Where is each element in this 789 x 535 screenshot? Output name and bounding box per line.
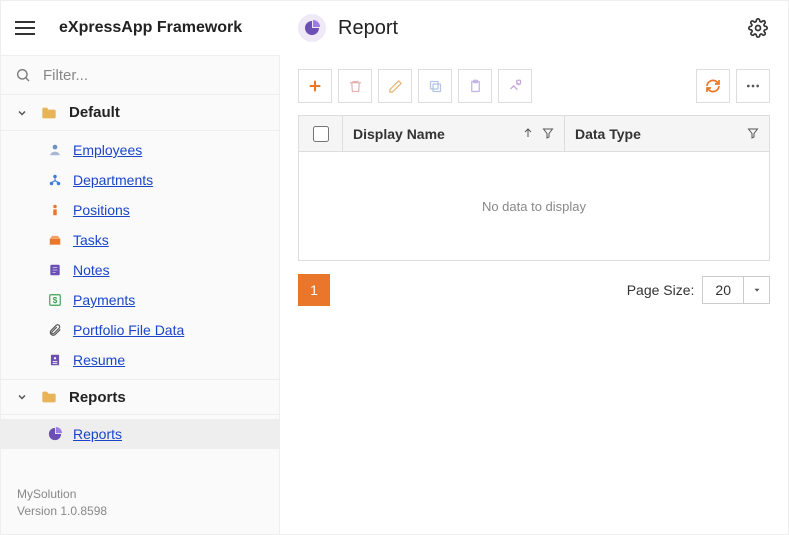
filter-icon[interactable]	[747, 126, 759, 142]
solution-name: MySolution	[17, 486, 263, 503]
page-size-select[interactable]: 20	[702, 276, 770, 304]
sidebar-item-label: Tasks	[73, 232, 109, 248]
toolbar	[298, 69, 770, 103]
sidebar-item-portfolio[interactable]: Portfolio File Data	[1, 315, 279, 345]
sidebar-item-label: Notes	[73, 262, 110, 278]
format-button[interactable]	[498, 69, 532, 103]
sidebar-item-positions[interactable]: Positions	[1, 195, 279, 225]
top-bar-right: Report	[280, 14, 788, 42]
sidebar-group-reports-items: Reports	[1, 415, 279, 453]
sidebar-group-reports[interactable]: Reports	[1, 379, 279, 415]
sidebar-filter-row	[1, 55, 279, 95]
caret-down-icon	[743, 277, 769, 303]
copy-button[interactable]	[418, 69, 452, 103]
payments-icon: $	[47, 292, 63, 308]
page-title: Report	[338, 17, 398, 40]
hamburger-menu-button[interactable]	[15, 15, 41, 41]
notes-icon	[47, 262, 63, 278]
sidebar-item-tasks[interactable]: Tasks	[1, 225, 279, 255]
resume-icon	[47, 352, 63, 368]
page-size-value: 20	[703, 282, 743, 298]
tasks-icon	[47, 232, 63, 248]
sidebar-item-label: Departments	[73, 172, 153, 188]
data-grid: Display Name Data Type No data to displa…	[298, 115, 770, 261]
top-bar-left: eXpressApp Framework	[1, 15, 280, 41]
grid-empty-message: No data to display	[299, 152, 769, 260]
chevron-down-icon	[15, 391, 29, 403]
chevron-down-icon	[15, 107, 29, 119]
report-icon	[47, 426, 63, 442]
sidebar-item-label: Employees	[73, 142, 142, 158]
search-icon	[15, 67, 31, 83]
settings-button[interactable]	[746, 16, 770, 40]
sidebar-item-employees[interactable]: Employees	[1, 135, 279, 165]
sort-ascending-icon[interactable]	[522, 126, 534, 142]
departments-icon	[47, 172, 63, 188]
sidebar-group-default[interactable]: Default	[1, 95, 279, 131]
sidebar-group-label: Default	[69, 104, 120, 121]
sidebar-item-resume[interactable]: Resume	[1, 345, 279, 375]
attachment-icon	[47, 322, 63, 338]
main-area: Default Employees Departments Positions …	[1, 55, 788, 534]
column-header-data-type[interactable]: Data Type	[565, 116, 769, 151]
version-label: Version 1.0.8598	[17, 503, 263, 520]
sidebar-item-label: Positions	[73, 202, 130, 218]
sidebar-item-label: Payments	[73, 292, 135, 308]
filter-icon[interactable]	[542, 126, 554, 142]
sidebar-footer: MySolution Version 1.0.8598	[1, 474, 279, 534]
svg-text:$: $	[53, 296, 58, 305]
sidebar-group-label: Reports	[69, 389, 126, 406]
select-all-checkbox[interactable]	[313, 126, 329, 142]
delete-button[interactable]	[338, 69, 372, 103]
more-actions-button[interactable]	[736, 69, 770, 103]
positions-icon	[47, 202, 63, 218]
column-label: Display Name	[353, 126, 445, 142]
grid-header-row: Display Name Data Type	[299, 116, 769, 152]
content-area: Display Name Data Type No data to displa…	[280, 55, 788, 534]
sidebar-item-label: Portfolio File Data	[73, 322, 184, 338]
sidebar: Default Employees Departments Positions …	[1, 55, 280, 534]
top-bar: eXpressApp Framework Report	[1, 1, 788, 55]
new-button[interactable]	[298, 69, 332, 103]
refresh-button[interactable]	[696, 69, 730, 103]
sidebar-filter-input[interactable]	[41, 66, 265, 85]
column-header-display-name[interactable]: Display Name	[343, 116, 565, 151]
sidebar-item-departments[interactable]: Departments	[1, 165, 279, 195]
app-title: eXpressApp Framework	[59, 19, 242, 37]
sidebar-item-label: Reports	[73, 426, 122, 442]
sidebar-item-reports[interactable]: Reports	[1, 419, 279, 449]
page-number-current[interactable]: 1	[298, 274, 330, 306]
page-size-label: Page Size:	[627, 282, 695, 298]
select-all-cell	[299, 116, 343, 151]
folder-icon	[41, 390, 57, 404]
folder-icon	[41, 106, 57, 120]
sidebar-item-notes[interactable]: Notes	[1, 255, 279, 285]
edit-button[interactable]	[378, 69, 412, 103]
report-page-icon	[298, 14, 326, 42]
column-label: Data Type	[575, 126, 641, 142]
sidebar-item-label: Resume	[73, 352, 125, 368]
employees-icon	[47, 142, 63, 158]
sidebar-item-payments[interactable]: $ Payments	[1, 285, 279, 315]
sidebar-group-default-items: Employees Departments Positions Tasks No…	[1, 131, 279, 379]
paste-button[interactable]	[458, 69, 492, 103]
pager: 1 Page Size: 20	[298, 273, 770, 307]
